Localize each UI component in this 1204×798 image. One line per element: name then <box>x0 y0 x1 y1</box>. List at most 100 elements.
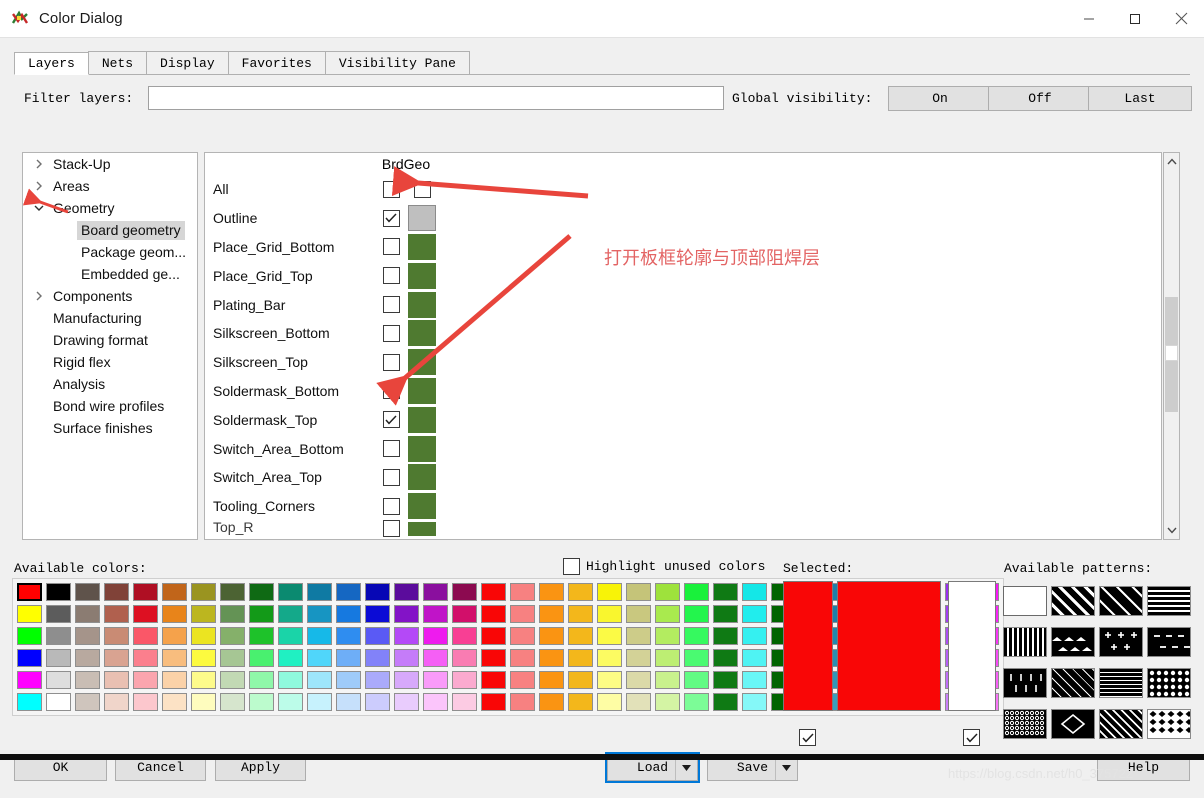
tree-item-drawing-format[interactable]: Drawing format <box>23 329 197 351</box>
layer-visibility-checkbox[interactable] <box>383 267 400 284</box>
layer-color-swatch[interactable] <box>408 292 436 318</box>
tab-favorites[interactable]: Favorites <box>228 51 326 74</box>
color-swatch[interactable] <box>363 625 392 647</box>
color-swatch[interactable] <box>740 691 769 713</box>
tree-item-geometry[interactable]: Geometry <box>23 197 197 219</box>
color-swatch[interactable] <box>624 647 653 669</box>
color-swatch[interactable] <box>102 691 131 713</box>
color-swatch[interactable] <box>334 691 363 713</box>
color-swatch[interactable] <box>102 647 131 669</box>
color-swatch[interactable] <box>44 581 73 603</box>
color-swatch[interactable] <box>102 625 131 647</box>
color-swatch[interactable] <box>740 603 769 625</box>
color-swatch[interactable] <box>392 647 421 669</box>
color-swatch[interactable] <box>479 581 508 603</box>
color-swatch[interactable] <box>595 647 624 669</box>
color-swatch[interactable] <box>218 691 247 713</box>
layer-visibility-checkbox[interactable] <box>383 181 400 198</box>
color-swatch[interactable] <box>450 691 479 713</box>
color-swatch[interactable] <box>73 691 102 713</box>
color-swatch[interactable] <box>711 669 740 691</box>
color-swatch[interactable] <box>508 625 537 647</box>
layer-color-swatch[interactable] <box>408 378 436 404</box>
color-swatch[interactable] <box>595 581 624 603</box>
pattern-swatch-diag-thin-left[interactable] <box>1099 586 1143 616</box>
pattern-swatch-crosshatch-diag[interactable] <box>1051 668 1095 698</box>
color-swatch[interactable] <box>450 669 479 691</box>
color-swatch[interactable] <box>44 603 73 625</box>
layer-list[interactable]: BrdGeoAllOutlinePlace_Grid_BottomPlace_G… <box>204 152 1162 540</box>
color-swatch[interactable] <box>566 625 595 647</box>
color-swatch[interactable] <box>653 669 682 691</box>
color-swatch[interactable] <box>682 691 711 713</box>
pattern-swatch-diag-thick-left[interactable] <box>1051 586 1095 616</box>
color-swatch[interactable] <box>305 691 334 713</box>
color-swatch[interactable] <box>392 669 421 691</box>
color-swatch[interactable] <box>653 581 682 603</box>
color-swatch[interactable] <box>392 691 421 713</box>
tree-item-stack-up[interactable]: Stack-Up <box>23 153 197 175</box>
layer-visibility-checkbox[interactable] <box>383 354 400 371</box>
tree-item-components[interactable]: Components <box>23 285 197 307</box>
color-swatch[interactable] <box>276 647 305 669</box>
table-row[interactable]: Silkscreen_Top <box>205 348 1145 377</box>
color-swatch[interactable] <box>508 581 537 603</box>
color-swatch[interactable] <box>537 669 566 691</box>
color-swatch[interactable] <box>218 603 247 625</box>
color-swatch[interactable] <box>189 581 218 603</box>
color-swatch[interactable] <box>218 625 247 647</box>
color-swatch[interactable] <box>189 603 218 625</box>
layer-list-scrollbar[interactable] <box>1163 152 1180 540</box>
color-swatch[interactable] <box>537 647 566 669</box>
selected-color-swatch[interactable] <box>948 581 996 711</box>
color-swatch[interactable] <box>421 669 450 691</box>
color-swatch[interactable] <box>15 625 44 647</box>
color-swatch[interactable] <box>508 691 537 713</box>
color-swatch[interactable] <box>682 647 711 669</box>
color-swatch[interactable] <box>566 647 595 669</box>
color-swatch[interactable] <box>682 581 711 603</box>
table-row[interactable]: Switch_Area_Bottom <box>205 434 1145 463</box>
color-swatch[interactable] <box>276 691 305 713</box>
tab-visibility-pane[interactable]: Visibility Pane <box>325 51 470 74</box>
table-row[interactable]: Switch_Area_Top <box>205 463 1145 492</box>
layer-color-swatch[interactable] <box>408 464 436 490</box>
layer-color-swatch[interactable] <box>408 407 436 433</box>
table-row[interactable]: Silkscreen_Bottom <box>205 319 1145 348</box>
tree-item-manufacturing[interactable]: Manufacturing <box>23 307 197 329</box>
tab-display[interactable]: Display <box>146 51 229 74</box>
layer-color-swatch[interactable] <box>408 522 436 536</box>
color-swatch[interactable] <box>305 669 334 691</box>
color-swatch[interactable] <box>276 625 305 647</box>
pattern-swatch-vert-dashes[interactable] <box>1003 668 1047 698</box>
color-swatch[interactable] <box>508 647 537 669</box>
color-swatch[interactable] <box>276 581 305 603</box>
color-swatch[interactable] <box>624 625 653 647</box>
layer-visibility-checkbox[interactable] <box>383 498 400 515</box>
color-swatch[interactable] <box>566 581 595 603</box>
tree-item-rigid-flex[interactable]: Rigid flex <box>23 351 197 373</box>
color-swatch[interactable] <box>740 625 769 647</box>
color-swatch[interactable] <box>44 647 73 669</box>
layer-visibility-checkbox[interactable] <box>383 210 400 227</box>
color-swatch[interactable] <box>450 647 479 669</box>
color-swatch[interactable] <box>450 581 479 603</box>
layer-visibility-checkbox[interactable] <box>383 520 400 537</box>
color-swatch[interactable] <box>276 669 305 691</box>
color-swatch[interactable] <box>479 625 508 647</box>
pattern-swatch-plus-signs[interactable] <box>1099 627 1143 657</box>
pattern-swatch-checker-diamond[interactable] <box>1147 709 1191 739</box>
color-swatch[interactable] <box>15 581 44 603</box>
color-swatch[interactable] <box>421 647 450 669</box>
tree-item-bond-wire-profiles[interactable]: Bond wire profiles <box>23 395 197 417</box>
color-swatch[interactable] <box>15 691 44 713</box>
layer-visibility-checkbox[interactable] <box>383 382 400 399</box>
color-swatch[interactable] <box>479 647 508 669</box>
pattern-swatch-horiz-lines[interactable] <box>1147 586 1191 616</box>
selected-color-swatch[interactable] <box>783 581 833 711</box>
color-swatch[interactable] <box>595 669 624 691</box>
tab-layers[interactable]: Layers <box>14 52 89 75</box>
color-swatch[interactable] <box>305 647 334 669</box>
color-swatch[interactable] <box>131 647 160 669</box>
pattern-swatch-circles-diamond[interactable] <box>1147 668 1191 698</box>
